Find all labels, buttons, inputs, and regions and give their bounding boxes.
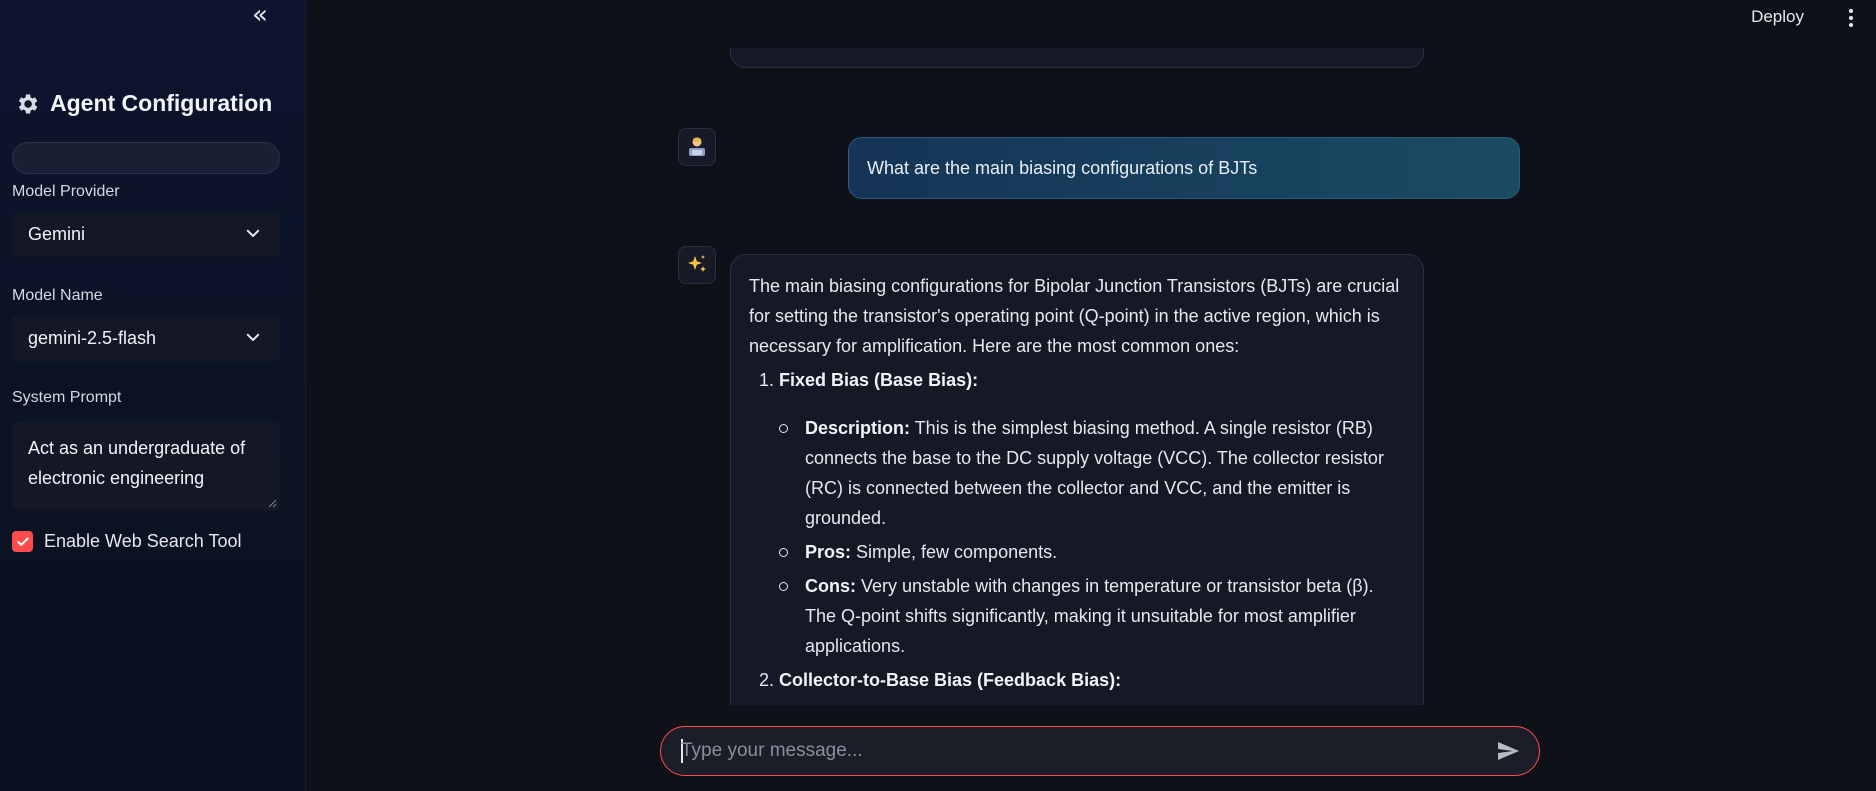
bullet-item: Description: This is the simplest biasin… [779, 413, 1405, 533]
bullet-label: Cons: [805, 576, 856, 596]
model-provider-value: Gemini [28, 223, 86, 244]
sidebar: « Agent Configuration Model Provider Gem… [0, 0, 306, 791]
list-item: Collector-to-Base Bias (Feedback Bias): [779, 665, 1405, 695]
send-icon[interactable] [1495, 739, 1521, 763]
chevrons-left-icon[interactable]: « [246, 2, 274, 30]
user-avatar-icon [689, 137, 705, 156]
sidebar-search-pill[interactable] [12, 142, 280, 174]
web-search-toggle[interactable]: Enable Web Search Tool [12, 531, 241, 552]
chevron-down-icon [246, 229, 260, 237]
bullet-text: Very unstable with changes in temperatur… [805, 576, 1374, 656]
top-bar: Deploy [307, 0, 1876, 48]
chat-input[interactable] [681, 727, 1471, 774]
resize-grip-icon[interactable] [267, 498, 277, 508]
assistant-message-bubble: The main biasing configurations for Bipo… [730, 254, 1424, 705]
assistant-avatar [678, 246, 716, 284]
model-name-select[interactable]: gemini-2.5-flash [12, 315, 280, 361]
bullet-list: Description: This is the simplest biasin… [779, 413, 1405, 661]
chat-area: What are the main biasing configurations… [307, 0, 1876, 705]
deploy-button[interactable]: Deploy [1751, 7, 1804, 27]
kebab-menu-icon[interactable] [1848, 8, 1854, 28]
assistant-intro: The main biasing configurations for Bipo… [749, 276, 1400, 356]
model-provider-select[interactable]: Gemini [12, 211, 280, 257]
system-prompt-label: System Prompt [12, 389, 122, 406]
gear-icon [18, 93, 38, 114]
user-message-text: What are the main biasing configurations… [867, 157, 1258, 178]
web-search-checkbox[interactable] [12, 531, 33, 552]
list-item-title: Collector-to-Base Bias (Feedback Bias): [779, 670, 1122, 690]
model-name-value: gemini-2.5-flash [28, 327, 157, 348]
bullet-label: Pros: [805, 542, 852, 562]
sidebar-title: Agent Configuration [14, 90, 272, 117]
bullet-item: Cons: Very unstable with changes in temp… [779, 571, 1405, 661]
chat-input-container [660, 726, 1540, 776]
model-provider-label: Model Provider [12, 183, 120, 200]
list-item-title: Fixed Bias (Base Bias): [779, 370, 979, 390]
bullet-text: Simple, few components. [851, 542, 1058, 562]
chevron-down-icon [246, 333, 260, 341]
sidebar-title-text: Agent Configuration [50, 90, 273, 116]
checkmark-icon [16, 536, 29, 546]
user-avatar [678, 128, 716, 166]
sparkles-icon [688, 255, 706, 272]
assistant-list: Fixed Bias (Base Bias): Description: Thi… [749, 365, 1405, 695]
user-message-bubble: What are the main biasing configurations… [848, 137, 1520, 199]
system-prompt-value: Act as an undergraduate of electronic en… [28, 438, 246, 488]
bullet-item: Pros: Simple, few components. [779, 537, 1405, 567]
system-prompt-textarea[interactable]: Act as an undergraduate of electronic en… [12, 421, 280, 511]
bullet-label: Description: [805, 418, 911, 438]
web-search-label: Enable Web Search Tool [44, 531, 242, 551]
list-item: Fixed Bias (Base Bias): Description: Thi… [779, 365, 1405, 661]
model-name-label: Model Name [12, 287, 103, 304]
